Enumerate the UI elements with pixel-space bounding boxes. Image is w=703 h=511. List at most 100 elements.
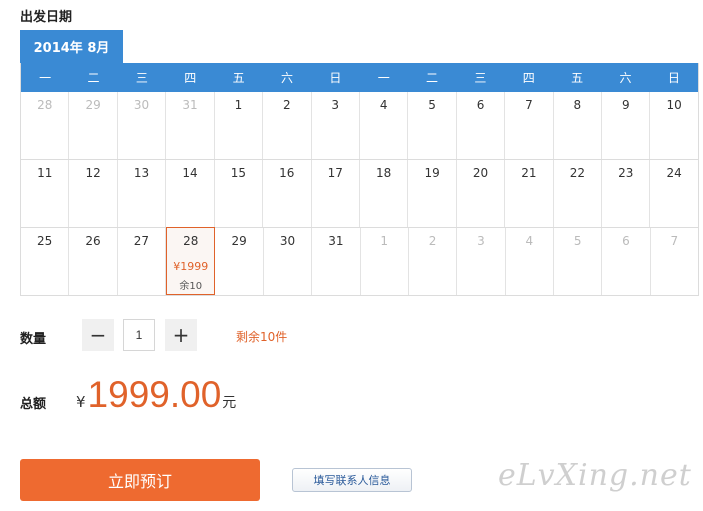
- day-stock: 余10: [179, 281, 203, 292]
- weekday-label: 二: [87, 71, 100, 85]
- book-now-button[interactable]: 立即预订: [20, 459, 260, 501]
- weekday-label: 六: [280, 71, 293, 85]
- day-number: 29: [231, 234, 247, 248]
- quantity-input[interactable]: [123, 319, 155, 351]
- calendar-week-row: 11 12 13 14 15 16 17 18 19 20 21 22 23 24: [21, 160, 698, 228]
- calendar-day[interactable]: 25: [21, 228, 70, 295]
- calendar-day: 31: [166, 92, 215, 159]
- calendar-day[interactable]: 17: [312, 160, 360, 227]
- calendar-day[interactable]: 18: [360, 160, 409, 227]
- day-number: 5: [573, 234, 582, 248]
- day-number: 20: [472, 166, 489, 180]
- day-number: 24: [666, 166, 682, 180]
- day-number: 13: [133, 166, 150, 180]
- month-tab[interactable]: 2014年 8月: [20, 30, 123, 63]
- calendar-day: 28: [21, 92, 70, 159]
- weekday-label: 日: [667, 71, 680, 85]
- calendar-day[interactable]: 11: [21, 160, 70, 227]
- day-number: 7: [525, 98, 533, 112]
- day-number: 28: [37, 98, 53, 112]
- watermark: eLvXing.net: [498, 458, 692, 493]
- day-number: 17: [327, 166, 343, 180]
- calendar-week-row: 25 26 27 28 ¥1999 余10 29 30 31 1 2 3 4 5 6 7: [21, 227, 698, 296]
- day-number: 1: [234, 98, 243, 112]
- calendar-day[interactable]: 6: [457, 92, 506, 159]
- day-number: 9: [621, 98, 630, 112]
- calendar-day: 7: [651, 228, 698, 295]
- day-number: 23: [618, 166, 634, 180]
- calendar-day[interactable]: 9: [602, 92, 651, 159]
- calendar-week-row: 28 29 30 31 1 2 3 4 5 6 7 8 9 10: [21, 92, 698, 160]
- weekday-label: 一: [377, 71, 390, 85]
- decrement-button[interactable]: −: [82, 319, 114, 351]
- calendar-day[interactable]: 12: [69, 160, 118, 227]
- calendar-day[interactable]: 7: [505, 92, 554, 159]
- day-number: 6: [622, 234, 630, 248]
- day-number: 31: [328, 234, 344, 248]
- calendar-day: 5: [554, 228, 603, 295]
- calendar-day[interactable]: 13: [118, 160, 167, 227]
- calendar-day[interactable]: 20: [457, 160, 506, 227]
- day-number: 2: [283, 98, 291, 112]
- currency-symbol: ¥: [76, 393, 86, 411]
- calendar: 一二三四五六日一二三四五六日 28 29 30 31 1 2 3 4 5 6 7 8 9 10 11 12 13…: [20, 63, 699, 296]
- calendar-day[interactable]: 8: [554, 92, 603, 159]
- day-number: 4: [525, 234, 534, 248]
- day-number: 19: [424, 166, 440, 180]
- day-number: 16: [279, 166, 295, 180]
- day-number: 31: [182, 98, 198, 112]
- calendar-day[interactable]: 31: [312, 228, 361, 295]
- weekday-label: 五: [232, 71, 245, 85]
- calendar-weeks: 28 29 30 31 1 2 3 4 5 6 7 8 9 10 11 12 13 14 15 16 17 18 19 20 2…: [21, 92, 698, 296]
- day-number: 25: [37, 234, 53, 248]
- day-number: 5: [428, 98, 436, 112]
- calendar-day[interactable]: 23: [602, 160, 651, 227]
- day-number: 1: [380, 234, 389, 248]
- weekday-label: 四: [184, 71, 197, 85]
- fill-contact-info-button[interactable]: 填写联系人信息: [292, 468, 412, 492]
- calendar-day[interactable]: 2: [263, 92, 312, 159]
- increment-button[interactable]: +: [165, 319, 197, 351]
- calendar-day: 29: [69, 92, 118, 159]
- calendar-day[interactable]: 22: [554, 160, 603, 227]
- day-price: ¥1999: [173, 260, 209, 273]
- day-number: 30: [133, 98, 150, 112]
- day-number: 8: [573, 98, 582, 112]
- day-number: 29: [85, 98, 101, 112]
- calendar-day[interactable]: 16: [263, 160, 312, 227]
- calendar-day[interactable]: 19: [408, 160, 457, 227]
- calendar-day[interactable]: 21: [505, 160, 554, 227]
- remaining-stock: 剩余10件: [236, 330, 288, 344]
- day-number: 3: [331, 98, 340, 112]
- weekday-label: 三: [135, 71, 148, 85]
- weekday-label: 四: [522, 71, 535, 85]
- weekday-header: 一二三四五六日一二三四五六日: [21, 63, 698, 92]
- departure-date-title: 出发日期: [20, 10, 73, 25]
- calendar-day[interactable]: 10: [650, 92, 697, 159]
- calendar-day[interactable]: 3: [312, 92, 360, 159]
- calendar-day[interactable]: 14: [166, 160, 215, 227]
- weekday-label: 日: [329, 71, 342, 85]
- day-number: 2: [428, 234, 437, 248]
- calendar-day: 6: [602, 228, 651, 295]
- weekday-label: 一: [39, 71, 52, 85]
- calendar-day[interactable]: 30: [264, 228, 313, 295]
- calendar-day[interactable]: 5: [408, 92, 457, 159]
- day-number: 7: [670, 234, 679, 248]
- day-number: 26: [85, 234, 101, 248]
- quantity-label: 数量: [20, 332, 47, 347]
- weekday-label: 六: [619, 71, 632, 85]
- day-number: 15: [230, 166, 247, 180]
- total-price: ¥ 1999.00 元: [76, 374, 236, 416]
- calendar-day[interactable]: 29: [215, 228, 264, 295]
- day-number: 6: [476, 98, 485, 112]
- calendar-day: 30: [118, 92, 167, 159]
- calendar-day[interactable]: 15: [215, 160, 264, 227]
- calendar-day[interactable]: 1: [215, 92, 264, 159]
- calendar-day[interactable]: 24: [650, 160, 697, 227]
- calendar-day[interactable]: 26: [69, 228, 118, 295]
- calendar-day[interactable]: 27: [118, 228, 167, 295]
- calendar-day-selected[interactable]: 28 ¥1999 余10: [166, 227, 216, 295]
- calendar-day[interactable]: 4: [360, 92, 409, 159]
- day-number: 30: [279, 234, 296, 248]
